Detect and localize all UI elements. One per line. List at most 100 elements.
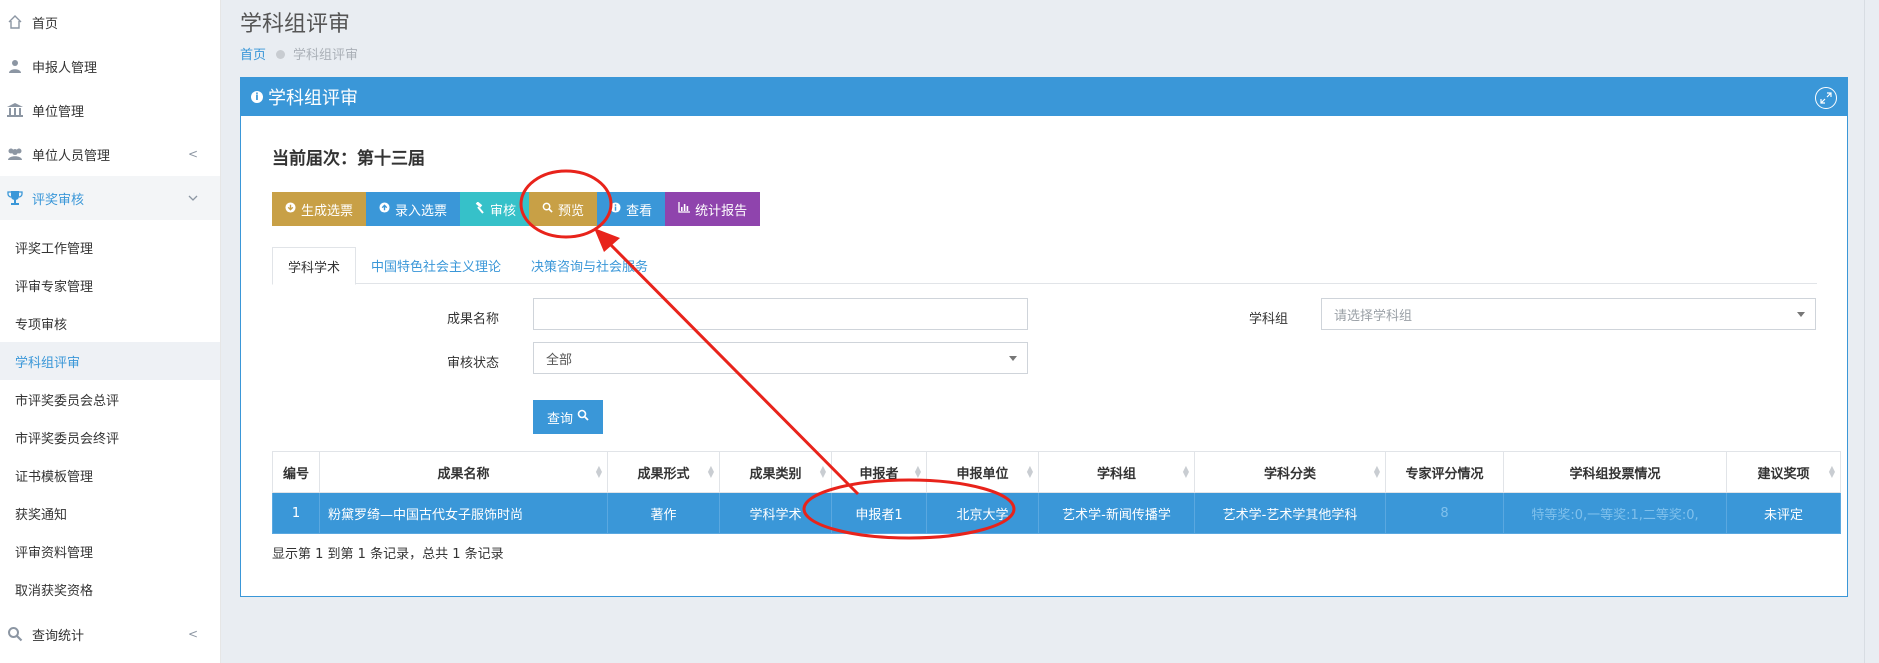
breadcrumb-separator-icon [276, 50, 286, 59]
cell-subject-group: 艺术学-新闻传播学 [1038, 492, 1195, 534]
sidebar-item-unit-management[interactable]: 单位管理 [0, 88, 220, 132]
column-header-expert-score[interactable]: 专家评分情况 [1385, 451, 1504, 493]
chevron-left-icon: < [187, 147, 198, 161]
sidebar-subitem-award-notice[interactable]: 获奖通知 [0, 494, 220, 532]
caret-down-icon [1009, 356, 1017, 361]
sidebar-subitem-review-materials[interactable]: 评审资料管理 [0, 532, 220, 570]
column-header-suggested-award[interactable]: 建议奖项 ▲ ▼ [1726, 451, 1841, 493]
review-status-label: 审核状态 [447, 356, 500, 371]
sort-icon: ▲ ▼ [707, 464, 714, 479]
column-header-applicant[interactable]: 申报者 ▲ ▼ [831, 451, 927, 493]
table-row[interactable]: 1 粉黛罗绮—中国古代女子服饰时尚 著作 学科学术 申报者1 北京大学 艺术学-… [272, 492, 1841, 534]
sort-icon: ▲ ▼ [914, 464, 921, 479]
results-table: 编号 成果名称 ▲ ▼ 成果形式 ▲ ▼ 成果类别 ▲ ▼ 申报者 ▲ ▼ 申报单位 ▲ ▼ 学科组… [272, 451, 1841, 534]
search-icon [542, 202, 553, 216]
user-icon [6, 57, 24, 75]
pagination-info: 显示第 1 到第 1 条记录，总共 1 条记录 [272, 547, 504, 562]
subject-group-select[interactable]: 请选择学科组 [1321, 298, 1816, 330]
cell-group-vote: 特等奖:0,一等奖:1,二等奖:0, [1503, 492, 1727, 534]
input-ballot-button[interactable]: 录入选票 [366, 192, 461, 226]
generate-ballot-button[interactable]: 生成选票 [272, 192, 367, 226]
panel-header: i 学科组评审 [241, 78, 1847, 116]
cell-form: 著作 [607, 492, 720, 534]
column-header-subject-classification[interactable]: 学科分类 ▲ ▼ [1194, 451, 1386, 493]
sort-icon: ▲ ▼ [595, 464, 602, 479]
info-circle-icon [610, 202, 621, 216]
review-panel: i 学科组评审 当前届次：第十三届 生成选票 录入选票 审核 预览 查看 统计报… [240, 77, 1848, 597]
sidebar-item-label: 申报人管理 [32, 60, 98, 76]
expand-icon[interactable] [1815, 87, 1837, 109]
review-button[interactable]: 审核 [460, 192, 530, 226]
current-session: 当前届次：第十三届 [272, 149, 425, 169]
page-title: 学科组评审 [240, 12, 351, 37]
cell-applicant: 申报者1 [831, 492, 927, 534]
sidebar-subitem-cancel-award[interactable]: 取消获奖资格 [0, 570, 220, 608]
sidebar-item-applicant-management[interactable]: 申报人管理 [0, 44, 220, 88]
sort-icon: ▲ ▼ [1373, 464, 1380, 479]
search-icon [577, 409, 589, 425]
sidebar-item-label: 首页 [32, 16, 59, 32]
cell-subject-classification: 艺术学-艺术学其他学科 [1194, 492, 1386, 534]
sidebar-item-unit-staff-management[interactable]: 单位人员管理 < [0, 132, 220, 176]
tab-socialism-theory[interactable]: 中国特色社会主义理论 [356, 247, 516, 283]
sort-icon: ▲ ▼ [1026, 464, 1033, 479]
sort-icon: ▲ ▼ [1182, 464, 1189, 479]
cell-achievement-name: 粉黛罗绮—中国古代女子服饰时尚 [319, 492, 608, 534]
sidebar-subitem-expert-management[interactable]: 评审专家管理 [0, 266, 220, 304]
view-button[interactable]: 查看 [597, 192, 666, 226]
upload-circle-icon [379, 202, 390, 216]
column-header-applicant-unit[interactable]: 申报单位 ▲ ▼ [926, 451, 1039, 493]
sidebar-subitem-subject-group-review[interactable]: 学科组评审 [0, 342, 220, 380]
column-header-achievement-name[interactable]: 成果名称 ▲ ▼ [319, 451, 608, 493]
caret-down-icon [1797, 312, 1805, 317]
panel-title: 学科组评审 [268, 88, 358, 109]
cell-applicant-unit: 北京大学 [926, 492, 1039, 534]
preview-button[interactable]: 预览 [529, 192, 598, 226]
home-icon [6, 13, 24, 31]
sidebar-item-label: 评奖审核 [32, 192, 85, 208]
sidebar-item-query-statistics[interactable]: 查询统计 < [0, 612, 220, 656]
column-header-subject-group[interactable]: 学科组 ▲ ▼ [1038, 451, 1195, 493]
column-header-category[interactable]: 成果类别 ▲ ▼ [719, 451, 832, 493]
cell-expert-score: 8 [1385, 492, 1504, 534]
table-header-row: 编号 成果名称 ▲ ▼ 成果形式 ▲ ▼ 成果类别 ▲ ▼ 申报者 ▲ ▼ 申报单位 ▲ ▼ 学科组… [272, 451, 1841, 493]
search-icon [6, 625, 24, 643]
toolbar: 生成选票 录入选票 审核 预览 查看 统计报告 [272, 192, 761, 226]
cell-category: 学科学术 [719, 492, 832, 534]
sidebar-subitem-committee-general-review[interactable]: 市评奖委员会总评 [0, 380, 220, 418]
sidebar-subitem-special-review[interactable]: 专项审核 [0, 304, 220, 342]
sidebar-subitem-committee-final-review[interactable]: 市评奖委员会终评 [0, 418, 220, 456]
query-button[interactable]: 查询 [533, 400, 603, 434]
bank-icon [6, 101, 24, 119]
sidebar-item-award-review[interactable]: 评奖审核 [0, 176, 220, 220]
page-scrollbar[interactable] [1864, 0, 1879, 663]
achievement-name-label: 成果名称 [447, 312, 500, 327]
breadcrumb-home-link[interactable]: 首页 [240, 48, 266, 63]
review-status-select[interactable]: 全部 [533, 342, 1028, 374]
tab-academic[interactable]: 学科学术 [272, 247, 357, 285]
breadcrumb-current: 学科组评审 [293, 48, 359, 63]
column-header-form[interactable]: 成果形式 ▲ ▼ [607, 451, 720, 493]
sort-icon: ▲ ▼ [819, 464, 826, 479]
chevron-down-icon [188, 191, 198, 205]
chevron-left-icon: < [187, 627, 198, 641]
subject-group-label: 学科组 [1249, 312, 1289, 327]
tab-decision-consulting[interactable]: 决策咨询与社会服务 [516, 247, 663, 283]
category-tabs: 学科学术 中国特色社会主义理论 决策咨询与社会服务 [272, 247, 1817, 285]
users-icon [6, 145, 24, 163]
sort-icon: ▲ ▼ [1828, 464, 1835, 479]
sidebar-subitem-award-work-management[interactable]: 评奖工作管理 [0, 228, 220, 266]
column-header-group-vote[interactable]: 学科组投票情况 [1503, 451, 1727, 493]
cell-suggested-award: 未评定 [1726, 492, 1841, 534]
sidebar-item-label: 查询统计 [32, 628, 85, 644]
info-icon: i [251, 91, 263, 103]
achievement-name-input[interactable] [533, 298, 1028, 330]
statistics-report-button[interactable]: 统计报告 [665, 192, 761, 226]
sidebar-item-home[interactable]: 首页 [0, 0, 220, 44]
sidebar-subitem-certificate-template[interactable]: 证书模板管理 [0, 456, 220, 494]
sidebar-item-label: 单位管理 [32, 104, 85, 120]
breadcrumb: 首页 学科组评审 [240, 44, 358, 63]
sidebar: 首页 申报人管理 单位管理 单位人员管理 < 评奖审核 评奖工作管理 评审专家管… [0, 0, 221, 663]
trophy-icon [6, 189, 24, 207]
column-header-number[interactable]: 编号 [272, 451, 320, 493]
